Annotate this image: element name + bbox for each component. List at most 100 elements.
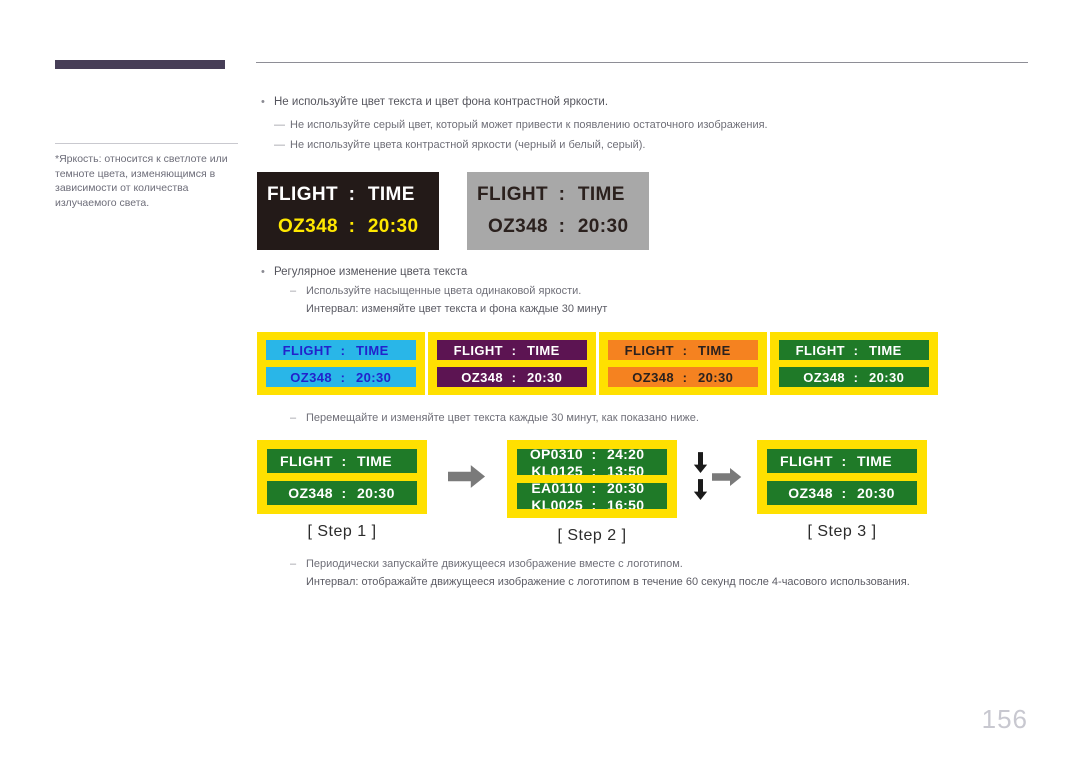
dark-on-orange: FLIGHT: TIME OZ348:20:30 [599, 332, 767, 395]
dash-text: Перемещайте и изменяйте цвет текста кажд… [306, 412, 699, 424]
dash-item-move-text: – Перемещайте и изменяйте цвет текста ка… [256, 410, 1028, 426]
scroll-row: KL0025:16:50 [517, 496, 667, 510]
separator: : [591, 483, 597, 496]
scroll-row: KL0125:13:50 [517, 462, 667, 476]
time-label: TIME [577, 184, 625, 205]
step-flight-panel: FLIGHT: TIME OZ348:20:30 [757, 440, 927, 514]
field-left: FLIGHT [624, 342, 674, 358]
dash-marker: — [274, 119, 285, 131]
field-left: FLIGHT [795, 342, 845, 358]
dash-marker: – [290, 412, 297, 424]
dark-contrast-panel: FLIGHT : TIME OZ348 : 20:30 [257, 172, 439, 250]
brightness-footnote: *Яркость: относится к светлоте или темно… [55, 153, 228, 209]
field-right: TIME [857, 453, 893, 469]
step-flight-panel: FLIGHT: TIME OZ348:20:30 [257, 440, 427, 514]
color-rotation-examples: FLIGHT: TIME OZ348:20:30 FLIGHT: TIME OZ348:2… [256, 332, 1028, 395]
bullet-text: Регулярное изменение цвета текста [274, 266, 468, 278]
arrow-right-icon [448, 464, 486, 494]
field-left: OZ348 [632, 369, 674, 385]
scroll-row: EA0110:20:30 [517, 483, 667, 496]
step-transition-arrows [427, 440, 507, 518]
step-transition-arrows [677, 440, 757, 518]
panel-header-line: FLIGHT: TIME [266, 340, 416, 360]
field-right: TIME [527, 342, 560, 358]
panel-header-line: FLIGHT : TIME [257, 179, 439, 211]
field-left: OZ348 [803, 369, 845, 385]
bullet-text: Не используйте цвет текста и цвет фона к… [274, 96, 609, 108]
sidebar-divider [55, 143, 238, 144]
cyan-on-yellow: FLIGHT: TIME OZ348:20:30 [257, 332, 425, 395]
field-right: 20:30 [527, 369, 563, 385]
dash-item-moving-logo: – Периодически запускайте движущееся изо… [256, 556, 1028, 572]
bullet-marker: • [261, 266, 265, 278]
flight-time: 20:30 [577, 216, 629, 237]
sidebar-accent-bar [55, 60, 225, 69]
white-on-green: FLIGHT: TIME OZ348:20:30 [770, 332, 938, 395]
field-left: OZ348 [461, 369, 503, 385]
panel-header-line: FLIGHT: TIME [437, 340, 587, 360]
field-right: 20:30 [698, 369, 734, 385]
field-left: OP0310 [529, 449, 583, 462]
dash-item-gray-warning: — Не используйте серый цвет, который мож… [256, 117, 1028, 133]
field-right: 20:30 [357, 485, 395, 501]
separator: : [340, 369, 346, 385]
bullet-marker: • [261, 96, 265, 108]
step-sequence: FLIGHT: TIME OZ348:20:30[ Step 1 ] OP0310:2… [256, 440, 1028, 545]
content-top-divider [256, 62, 1028, 63]
step-label: [ Step 3 ] [807, 523, 877, 540]
scroll-window: EA0110:20:30 KL0025:16:50 [517, 483, 667, 509]
white-on-purple: FLIGHT: TIME OZ348:20:30 [428, 332, 596, 395]
contrast-example-row: FLIGHT : TIME OZ348 : 20:30 FLIGHT : TIM… [256, 172, 1028, 250]
field-right: TIME [356, 342, 389, 358]
separator: : [340, 342, 346, 358]
separator: : [853, 342, 859, 358]
field-left: FLIGHT [453, 342, 503, 358]
panel-value-line: OZ348 : 20:30 [467, 211, 649, 243]
dash-marker: – [290, 285, 297, 297]
field-left: FLIGHT [282, 342, 332, 358]
interval-note-color: Интервал: изменяйте цвет текста и фона к… [256, 301, 1028, 317]
step-label: [ Step 2 ] [557, 527, 627, 544]
flight-label: FLIGHT [267, 184, 339, 205]
interval-text: Интервал: изменяйте цвет текста и фона к… [306, 303, 608, 315]
field-left: OZ348 [290, 369, 332, 385]
field-right: 20:30 [607, 483, 645, 496]
separator: : [591, 449, 597, 462]
field-right: TIME [357, 453, 393, 469]
field-left: KL0125 [531, 462, 583, 476]
field-left: OZ348 [788, 485, 833, 501]
flight-time: 20:30 [367, 216, 419, 237]
field-right: TIME [869, 342, 902, 358]
panel-value-line: OZ348:20:30 [437, 367, 587, 387]
field-right: 24:20 [607, 449, 645, 462]
panel-header-line: FLIGHT: TIME [608, 340, 758, 360]
content-column: • Не используйте цвет текста и цвет фона… [256, 62, 1028, 590]
panel-value-line: OZ348:20:30 [267, 481, 417, 505]
dash-marker: – [290, 558, 297, 570]
separator: : [341, 485, 347, 501]
field-left: EA0110 [531, 483, 583, 496]
step-block: FLIGHT: TIME OZ348:20:30 [ Step 1 ] [257, 440, 427, 541]
separator: : [591, 496, 597, 510]
dash-item-saturated-colors: – Используйте насыщенные цвета одинаково… [256, 283, 1028, 299]
flight-label: FLIGHT [477, 184, 549, 205]
bullet-item-contrast-warning: • Не используйте цвет текста и цвет фона… [256, 94, 1028, 110]
panel-value-line: OZ348 : 20:30 [257, 211, 439, 243]
step-block: FLIGHT: TIME OZ348:20:30 [ Step 3 ] [757, 440, 927, 541]
field-right: TIME [698, 342, 731, 358]
dash-marker: — [274, 139, 285, 151]
sidebar: *Яркость: относится к светлоте или темно… [55, 60, 240, 209]
arrow-down-icon [693, 479, 708, 506]
arrow-down-icon [693, 452, 708, 479]
scrolling-flight-panel: OP0310:24:20 KL0125:13:50 EA0110:20:30 KL00… [507, 440, 677, 518]
gray-contrast-panel: FLIGHT : TIME OZ348 : 20:30 [467, 172, 649, 250]
separator: : [841, 485, 847, 501]
panel-value-line: OZ348:20:30 [266, 367, 416, 387]
interval-text: Интервал: отображайте движущееся изображ… [306, 576, 910, 588]
field-right: 13:50 [607, 462, 645, 476]
separator: : [558, 184, 566, 205]
dash-text: Не используйте серый цвет, который может… [290, 119, 768, 131]
step-block: OP0310:24:20 KL0125:13:50 EA0110:20:30 KL00… [507, 440, 677, 545]
separator: : [341, 453, 347, 469]
scroll-row: OP0310:24:20 [517, 449, 667, 462]
